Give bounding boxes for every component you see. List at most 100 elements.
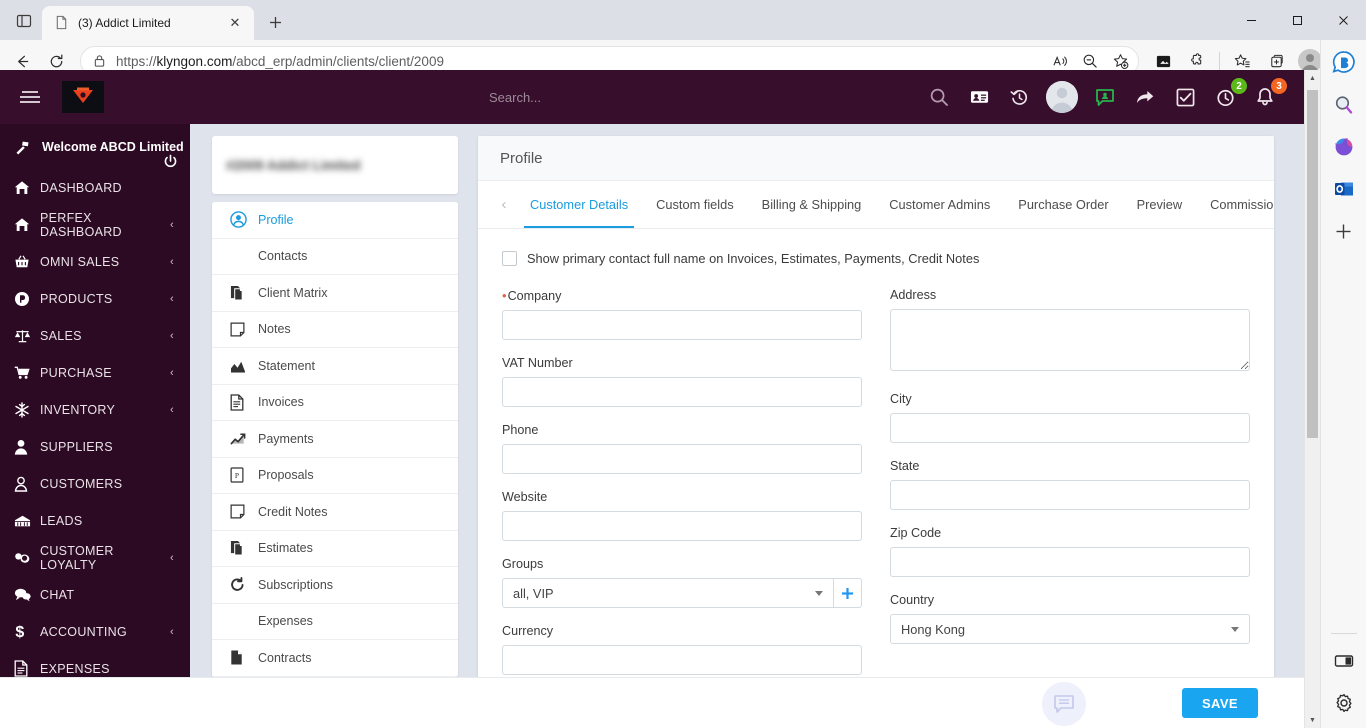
field-group-groups: Groups all, VIP [502,557,862,608]
client-menu-item-contracts[interactable]: Contracts [212,640,458,677]
client-menu-item-client-matrix[interactable]: Client Matrix [212,275,458,312]
copilot-icon[interactable] [1327,46,1361,80]
note-icon [230,504,258,519]
sidebar-item-sales[interactable]: SALES ‹ [0,317,190,354]
search-icon[interactable] [1327,88,1361,122]
page-scrollbar[interactable]: ▲ ▼ [1304,70,1320,728]
user-avatar[interactable] [1046,81,1078,113]
maximize-button[interactable] [1274,0,1320,40]
sidebar-item-omni-sales[interactable]: OMNI SALES ‹ [0,243,190,280]
chevron-left-icon: ‹ [170,403,174,416]
close-window-button[interactable] [1320,0,1366,40]
history-icon[interactable] [1006,84,1032,110]
sidebar-item-accounting[interactable]: $ ACCOUNTING ‹ [0,613,190,650]
tab-purchase-order[interactable]: Purchase Order [1004,181,1122,228]
browser-tab[interactable]: (3) Addict Limited ✕ [42,6,254,40]
status-badge: 2 [1231,78,1247,94]
app-search-box[interactable]: Search... [104,90,926,105]
client-menu-item-credit-notes[interactable]: Credit Notes [212,494,458,531]
input-vat-number[interactable] [502,377,862,407]
topbar-icon-group: 2 3 [926,78,1287,113]
tab-preview[interactable]: Preview [1123,181,1197,228]
tabs-prev-arrow[interactable]: ‹ [492,196,516,213]
sidebar-item-leads[interactable]: LEADS [0,502,190,539]
microsoft365-icon[interactable] [1327,130,1361,164]
minimize-button[interactable] [1228,0,1274,40]
sidebar-item-customer-loyalty[interactable]: CUSTOMER LOYALTY ‹ [0,539,190,576]
input-company[interactable] [502,310,862,340]
input-zip-code[interactable] [890,547,1250,577]
tab-customer-details[interactable]: Customer Details [516,181,642,228]
sidebar-item-suppliers[interactable]: SUPPLIERS [0,428,190,465]
close-icon[interactable]: ✕ [224,12,246,34]
client-menu-item-payments[interactable]: Payments [212,421,458,458]
client-menu-item-invoices[interactable]: Invoices [212,384,458,421]
save-button[interactable]: SAVE [1181,688,1258,718]
client-menu-item-notes[interactable]: Notes [212,311,458,348]
scrollbar-thumb[interactable] [1307,90,1318,438]
sidebar-item-inventory[interactable]: INVENTORY ‹ [0,391,190,428]
add-groups-button[interactable] [834,578,862,608]
client-menu-item-expenses[interactable]: Expenses [212,603,458,640]
search-icon[interactable] [926,84,952,110]
select-groups[interactable]: all, VIP [502,578,835,608]
product-p-icon [14,291,40,307]
client-menu-item-statement[interactable]: Statement [212,348,458,385]
client-menu-item-proposals[interactable]: P Proposals [212,457,458,494]
tab-commission[interactable]: Commission [1196,181,1274,228]
chat-message-icon[interactable] [1092,84,1118,110]
settings-gear-icon[interactable] [1327,686,1361,720]
client-menu-item-subscriptions[interactable]: Subscriptions [212,567,458,604]
hamburger-icon[interactable] [10,91,50,103]
brand-logo[interactable] [62,81,104,113]
input-website[interactable] [502,511,862,541]
sidebar-item-chat[interactable]: CHAT [0,576,190,613]
contact-card-icon[interactable] [966,84,992,110]
basket-icon [14,254,40,270]
share-forward-icon[interactable] [1132,84,1158,110]
show-primary-contact-checkbox[interactable] [502,251,517,266]
scroll-up-arrow[interactable]: ▲ [1305,70,1320,86]
client-menu-item-estimates[interactable]: Estimates [212,530,458,567]
sidebar-item-perfex-dashboard[interactable]: PERFEX DASHBOARD ‹ [0,206,190,243]
sidebar-item-products[interactable]: PRODUCTS ‹ [0,280,190,317]
people-group-icon [230,249,258,263]
sidebar-item-customers[interactable]: CUSTOMERS [0,465,190,502]
select-country[interactable]: Hong Kong [890,614,1250,644]
tab-search-button[interactable] [6,5,42,37]
scroll-down-arrow[interactable]: ▼ [1305,712,1320,728]
tab-billing-shipping[interactable]: Billing & Shipping [748,181,876,228]
chat-widget-icon[interactable] [1042,682,1086,726]
select-country-value: Hong Kong [901,621,966,637]
split-screen-icon[interactable] [1327,644,1361,678]
main-sidebar: Welcome ABCD Limited DASHBOARD PERFEX DAS… [0,124,190,728]
tab-custom-fields[interactable]: Custom fields [642,181,748,228]
sidebar-item-label: INVENTORY [40,402,116,417]
label-country: Country [890,593,935,607]
input-city[interactable] [890,413,1250,443]
edge-sidebar [1320,40,1366,728]
input-address[interactable] [890,309,1250,371]
tab-customer-admins[interactable]: Customer Admins [875,181,1004,228]
field-group-website: Website [502,490,862,541]
user-circle-icon [230,211,258,229]
field-group-phone: Phone [502,423,862,474]
site-info-lock-icon[interactable] [93,54,106,68]
client-menu-item-profile[interactable]: Profile [212,202,458,239]
label-currency: Currency [502,624,554,638]
client-menu-item-contacts[interactable]: Contacts [212,238,458,275]
timer-clock-icon[interactable]: 2 [1212,78,1247,110]
add-tool-icon[interactable] [1327,214,1361,248]
sidebar-item-purchase[interactable]: PURCHASE ‹ [0,354,190,391]
client-menu-item-label: Estimates [258,541,313,556]
customer-details-form: Show primary contact full name on Invoic… [478,229,1274,691]
notifications-bell-icon[interactable]: 3 [1252,78,1287,110]
input-state[interactable] [890,480,1250,510]
outlook-icon[interactable] [1327,172,1361,206]
area-chart-icon [230,359,258,373]
new-tab-button[interactable] [260,7,290,37]
tasks-checkbox-icon[interactable] [1172,84,1198,110]
sidebar-item-dashboard[interactable]: DASHBOARD [0,169,190,206]
input-phone[interactable] [502,444,862,474]
input-currency[interactable] [502,645,862,675]
